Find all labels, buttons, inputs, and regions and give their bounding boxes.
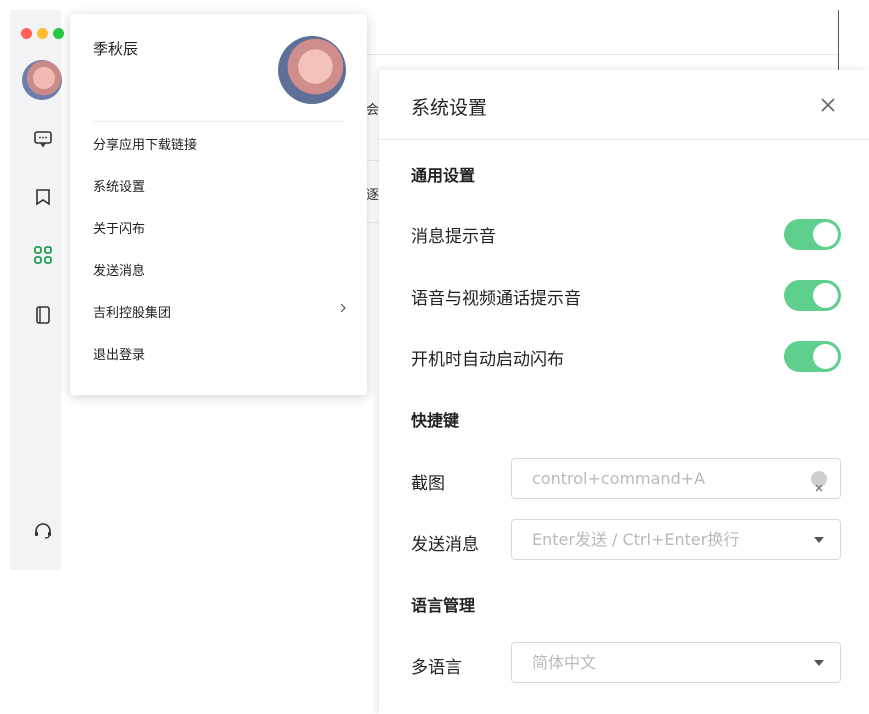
menu-item-system-settings[interactable]: 系统设置 — [93, 176, 145, 195]
menu-item-share-link[interactable]: 分享应用下载链接 — [93, 134, 197, 153]
call-sound-toggle[interactable] — [784, 280, 841, 311]
apps-grid-icon[interactable] — [32, 244, 54, 266]
language-value: 简体中文 — [532, 653, 597, 672]
language-label: 多语言 — [411, 658, 462, 678]
divider — [92, 121, 344, 122]
toggle-knob — [813, 283, 838, 308]
autostart-toggle[interactable] — [784, 341, 841, 372]
autostart-label: 开机时自动启动闪布 — [411, 350, 564, 370]
send-shortcut-label: 发送消息 — [411, 535, 479, 555]
settings-title: 系统设置 — [411, 97, 488, 119]
close-icon[interactable] — [819, 96, 837, 114]
send-shortcut-select[interactable]: Enter发送 / Ctrl+Enter换行 — [511, 519, 841, 560]
profile-name: 季秋辰 — [93, 40, 139, 58]
toggle-knob — [813, 222, 838, 247]
headset-icon[interactable] — [32, 520, 54, 542]
settings-panel: 系统设置 通用设置 消息提示音 语音与视频通话提示音 开机时自动启动闪布 快捷键… — [379, 70, 869, 714]
menu-item-logout[interactable]: 退出登录 — [93, 344, 145, 363]
notebook-icon[interactable] — [32, 304, 54, 326]
chevron-down-icon — [814, 660, 824, 666]
close-window-button[interactable] — [21, 28, 32, 39]
section-general-title: 通用设置 — [411, 166, 476, 185]
call-sound-label: 语音与视频通话提示音 — [411, 289, 581, 309]
bookmark-icon[interactable] — [32, 186, 54, 208]
menu-item-organization[interactable]: 吉利控股集团 — [93, 302, 171, 321]
section-language-title: 语言管理 — [411, 596, 476, 615]
menu-item-about[interactable]: 关于闪布 — [93, 218, 145, 237]
screenshot-shortcut-label: 截图 — [411, 474, 445, 494]
settings-header: 系统设置 — [379, 70, 869, 140]
window-controls — [21, 28, 64, 39]
toggle-knob — [813, 344, 838, 369]
chevron-down-icon — [814, 537, 824, 543]
chevron-right-icon — [340, 303, 346, 313]
avatar[interactable] — [22, 60, 62, 100]
zoom-window-button[interactable] — [53, 28, 64, 39]
app-window: 会话 逐帧 季秋辰 分享应用下载链接 系统设置 关于闪布 发送消息 吉利控股集团… — [0, 0, 869, 714]
left-rail — [10, 10, 64, 570]
chat-icon[interactable] — [32, 128, 54, 150]
message-sound-label: 消息提示音 — [411, 227, 496, 247]
scroll-edge — [838, 10, 839, 70]
message-sound-toggle[interactable] — [784, 219, 841, 250]
clear-icon[interactable] — [811, 471, 827, 492]
language-select[interactable]: 简体中文 — [511, 642, 841, 683]
screenshot-shortcut-field[interactable]: control+command+A — [511, 458, 841, 499]
menu-item-send-message[interactable]: 发送消息 — [93, 260, 145, 279]
send-shortcut-value: Enter发送 / Ctrl+Enter换行 — [532, 530, 740, 549]
profile-avatar[interactable] — [278, 36, 346, 104]
screenshot-shortcut-value: control+command+A — [532, 469, 706, 488]
profile-popup: 季秋辰 分享应用下载链接 系统设置 关于闪布 发送消息 吉利控股集团 退出登录 — [70, 14, 367, 395]
header-divider — [365, 54, 840, 55]
section-shortcuts-title: 快捷键 — [411, 411, 460, 430]
minimize-window-button[interactable] — [37, 28, 48, 39]
